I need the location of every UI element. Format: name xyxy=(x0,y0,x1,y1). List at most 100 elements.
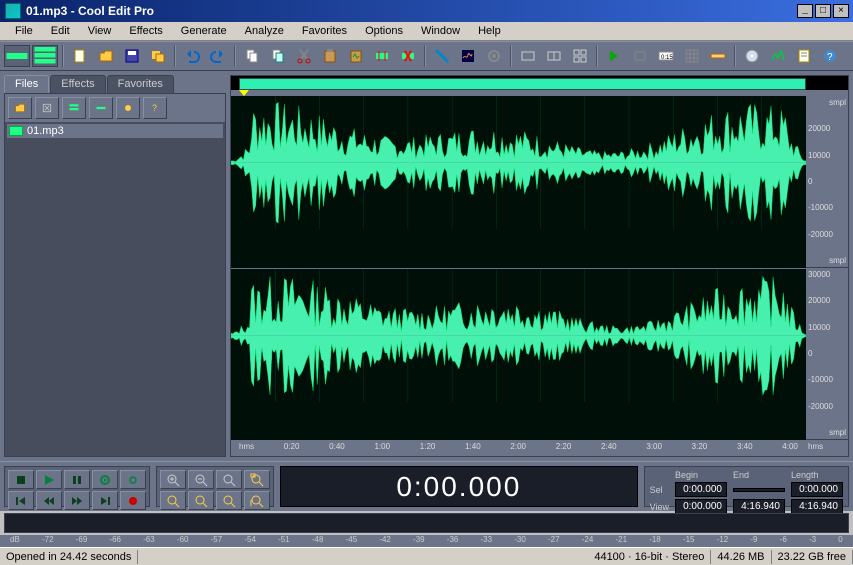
menu-effects[interactable]: Effects xyxy=(120,23,171,39)
options-button[interactable] xyxy=(116,97,140,119)
copy-to-new-button[interactable] xyxy=(266,44,290,68)
minimize-button[interactable]: _ xyxy=(797,4,813,18)
rewind-button[interactable] xyxy=(36,491,62,510)
waveform-right-channel[interactable] xyxy=(231,269,806,441)
status-free: 23.22 GB free xyxy=(772,550,853,564)
record-button[interactable] xyxy=(120,491,146,510)
menu-view[interactable]: View xyxy=(79,23,121,39)
menu-favorites[interactable]: Favorites xyxy=(293,23,356,39)
trim-button[interactable] xyxy=(370,44,394,68)
time-display[interactable]: 0:00.000 xyxy=(280,466,638,507)
window-title: 01.mp3 - Cool Edit Pro xyxy=(24,4,797,18)
db-scale: dB-72-69 -66-63-60 -57-54-51 -48-45-42 -… xyxy=(0,535,853,547)
transport-tool-1[interactable] xyxy=(602,44,626,68)
help-files-button[interactable]: ? xyxy=(143,97,167,119)
transport-area: 0:00.000 BeginEndLength Sel 0:00.000 0:0… xyxy=(0,461,853,511)
play-button[interactable] xyxy=(36,470,62,489)
menu-bar: File Edit View Effects Generate Analyze … xyxy=(0,22,853,41)
title-bar: 01.mp3 - Cool Edit Pro _ □ × xyxy=(0,0,853,22)
menu-analyze[interactable]: Analyze xyxy=(236,23,293,39)
go-start-button[interactable] xyxy=(8,491,34,510)
paste-button[interactable] xyxy=(318,44,342,68)
overview-bar[interactable] xyxy=(239,78,806,90)
sel-end[interactable] xyxy=(733,488,785,492)
delete-button[interactable] xyxy=(396,44,420,68)
play-to-end-button[interactable] xyxy=(92,470,118,489)
waveform-view: smpl 20000 10000 0 -10000 -20000 smpl 30… xyxy=(230,75,849,457)
help-button[interactable]: ? xyxy=(818,44,842,68)
tab-favorites[interactable]: Favorites xyxy=(107,75,174,93)
close-button[interactable]: × xyxy=(833,4,849,18)
menu-file[interactable]: File xyxy=(6,23,42,39)
go-end-button[interactable] xyxy=(92,491,118,510)
view-tool-2[interactable] xyxy=(542,44,566,68)
menu-help[interactable]: Help xyxy=(469,23,510,39)
tab-effects[interactable]: Effects xyxy=(50,75,105,93)
status-size: 44.26 MB xyxy=(711,550,771,564)
view-tool-1[interactable] xyxy=(516,44,540,68)
convert-button[interactable] xyxy=(430,44,454,68)
organizer-panel: Files Effects Favorites ? 01.mp3 xyxy=(0,71,230,461)
zoom-right-button[interactable] xyxy=(188,491,214,510)
file-list[interactable]: 01.mp3 xyxy=(5,122,225,456)
cut-button[interactable] xyxy=(292,44,316,68)
menu-options[interactable]: Options xyxy=(356,23,412,39)
view-end[interactable]: 4:16.940 xyxy=(733,499,785,514)
settings-button[interactable] xyxy=(482,44,506,68)
selection-info: BeginEndLength Sel 0:00.000 0:00.000 Vie… xyxy=(644,466,849,507)
insert-multitrack-button[interactable] xyxy=(62,97,86,119)
zoom-selection-button[interactable] xyxy=(244,470,270,489)
view-begin[interactable]: 0:00.000 xyxy=(675,499,727,514)
analyze-button[interactable] xyxy=(766,44,790,68)
maximize-button[interactable]: □ xyxy=(815,4,831,18)
open-button[interactable] xyxy=(94,44,118,68)
audio-file-icon xyxy=(9,126,23,136)
level-meter[interactable] xyxy=(4,513,849,533)
new-button[interactable] xyxy=(68,44,92,68)
app-icon xyxy=(5,3,21,19)
spectral-button[interactable] xyxy=(456,44,480,68)
copy-button[interactable] xyxy=(240,44,264,68)
cd-button[interactable] xyxy=(740,44,764,68)
file-row[interactable]: 01.mp3 xyxy=(7,124,223,138)
sel-begin[interactable]: 0:00.000 xyxy=(675,482,727,497)
forward-button[interactable] xyxy=(64,491,90,510)
zoom-prev-button[interactable] xyxy=(216,491,242,510)
view-length[interactable]: 4:16.940 xyxy=(791,499,843,514)
time-format-button[interactable]: 0:15 xyxy=(654,44,678,68)
mix-paste-button[interactable] xyxy=(344,44,368,68)
zoom-full-button[interactable] xyxy=(216,470,242,489)
transport-controls xyxy=(8,470,146,510)
stop-button[interactable] xyxy=(8,470,34,489)
menu-edit[interactable]: Edit xyxy=(42,23,79,39)
transport-tool-2[interactable] xyxy=(628,44,652,68)
view-tool-3[interactable] xyxy=(568,44,592,68)
multitrack-mode-button[interactable] xyxy=(32,45,58,67)
loop-button[interactable] xyxy=(120,470,146,489)
zoom-out-button[interactable] xyxy=(188,470,214,489)
open-file-button[interactable] xyxy=(8,97,32,119)
edit-file-button[interactable] xyxy=(89,97,113,119)
status-message: Opened in 24.42 seconds xyxy=(0,550,138,564)
waveform-left-channel[interactable] xyxy=(231,96,806,269)
menu-window[interactable]: Window xyxy=(412,23,469,39)
script-button[interactable] xyxy=(792,44,816,68)
save-button[interactable] xyxy=(120,44,144,68)
close-file-button[interactable] xyxy=(35,97,59,119)
time-scale: hms0:200:40 1:001:201:40 2:002:202:40 3:… xyxy=(231,440,848,456)
zoom-vert-button[interactable] xyxy=(244,491,270,510)
tab-files[interactable]: Files xyxy=(4,75,49,93)
ruler-button[interactable] xyxy=(706,44,730,68)
zoom-left-button[interactable] xyxy=(160,491,186,510)
undo-button[interactable] xyxy=(180,44,204,68)
zoom-controls xyxy=(160,470,270,510)
menu-generate[interactable]: Generate xyxy=(172,23,236,39)
sel-length[interactable]: 0:00.000 xyxy=(791,482,843,497)
redo-button[interactable] xyxy=(206,44,230,68)
zoom-in-button[interactable] xyxy=(160,470,186,489)
pause-button[interactable] xyxy=(64,470,90,489)
svg-text:?: ? xyxy=(152,103,157,113)
grid-button[interactable] xyxy=(680,44,704,68)
batch-button[interactable] xyxy=(146,44,170,68)
edit-view-mode-button[interactable] xyxy=(4,45,30,67)
